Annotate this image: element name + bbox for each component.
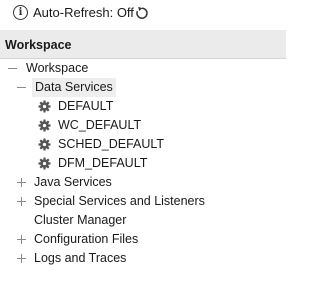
expand-icon[interactable] [17,254,26,263]
workspace-header-title: Workspace [5,38,72,52]
tree-node-label: Workspace [26,61,89,75]
workspace-header: Workspace [0,30,286,59]
tree-node-label: WC_DEFAULT [58,118,142,132]
tree-node-label: SCHED_DEFAULT [58,137,165,151]
tree-node-logs-and-traces[interactable]: Logs and Traces [17,249,217,268]
tree-node-label: DEFAULT [58,99,114,113]
tree-node-label: DFM_DEFAULT [58,156,148,170]
tree-node-configuration-files[interactable]: Configuration Files [17,230,217,249]
tree-node-data-services[interactable]: Data Services [17,78,217,97]
refresh-icon[interactable] [134,5,150,21]
expand-icon[interactable] [17,235,26,244]
tree-node-label: Cluster Manager [34,213,127,227]
gear-icon [38,138,51,151]
auto-refresh-label[interactable]: Auto-Refresh: Off [33,5,134,21]
tree-node-wc-default[interactable]: WC_DEFAULT [38,116,238,135]
tree-node-dfm-default[interactable]: DFM_DEFAULT [38,154,238,173]
gear-icon [38,100,51,113]
tree-node-special-services[interactable]: Special Services and Listeners [17,192,257,211]
tree-node-sched-default[interactable]: SCHED_DEFAULT [38,135,238,154]
gear-icon [38,157,51,170]
tree-node-label: Configuration Files [34,232,139,246]
tree-node-label: Logs and Traces [34,251,127,265]
tree-node-java-services[interactable]: Java Services [17,173,217,192]
info-icon[interactable]: i [13,5,28,20]
expand-icon[interactable] [17,178,26,187]
tree-node-label: Special Services and Listeners [34,194,205,208]
tree-node-default[interactable]: DEFAULT [38,97,238,116]
collapse-icon[interactable] [8,64,17,73]
tree-node-cluster-manager[interactable]: Cluster Manager [17,211,217,230]
toolbar: i Auto-Refresh: Off [0,0,286,28]
gear-icon [38,119,51,132]
tree-node-label: Java Services [34,175,112,189]
collapse-icon[interactable] [17,83,26,92]
tree-node-workspace[interactable]: Workspace [8,59,208,78]
tree-node-label: Data Services [32,78,116,97]
expand-icon[interactable] [17,197,26,206]
